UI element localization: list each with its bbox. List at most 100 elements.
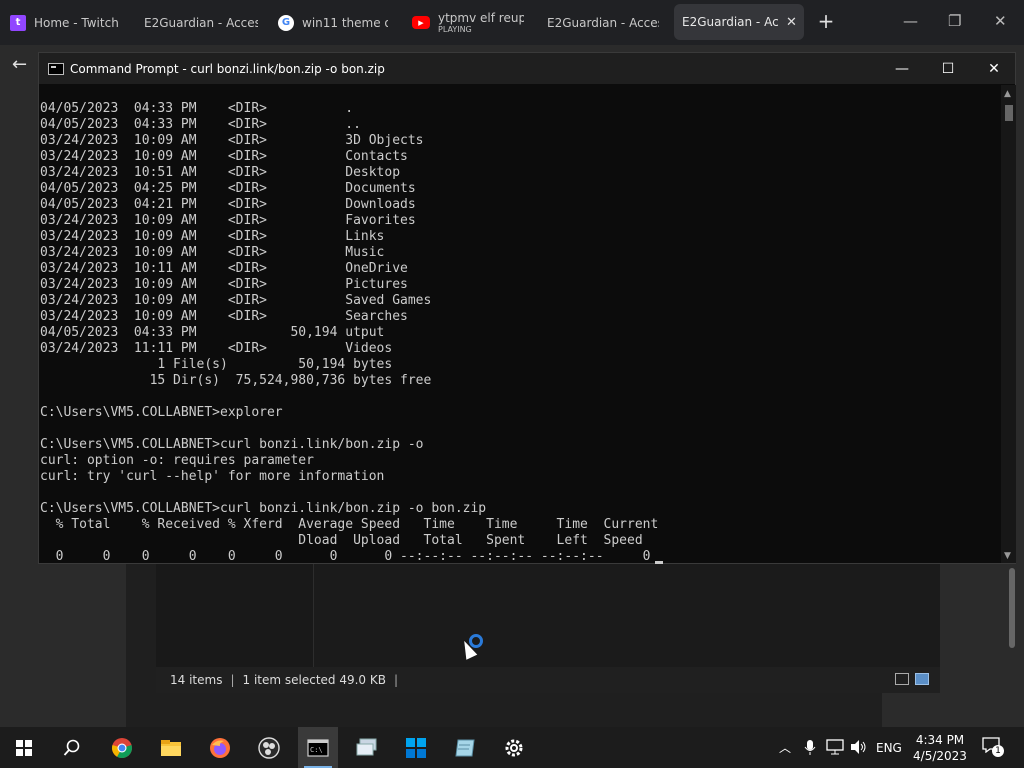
minimize-button[interactable]: — xyxy=(879,53,925,84)
windows-logo-icon xyxy=(16,739,32,756)
console-line: C:\Users\VM5.COLLABNET>curl bonzi.link/b… xyxy=(40,501,487,516)
console-lines: 04/05/2023 04:33 PM <DIR> . 04/05/2023 04… xyxy=(39,101,1001,563)
console-line: 04/05/2023 04:33 PM 50,194 utput xyxy=(40,325,385,340)
close-icon[interactable]: ✕ xyxy=(786,15,797,30)
close-icon[interactable]: ✕ xyxy=(994,12,1007,30)
tab-title: E2Guardian - Access xyxy=(144,15,258,30)
tab-google-search[interactable]: G win11 theme on xyxy=(278,0,388,45)
window-title: Command Prompt - curl bonzi.link/bon.zip… xyxy=(70,61,385,76)
tab-title: win11 theme on xyxy=(302,15,388,30)
tab-e2guardian-active[interactable]: E2Guardian - Acce ✕ xyxy=(674,4,804,40)
clock-time: 4:34 PM xyxy=(915,733,965,747)
tab-youtube[interactable]: ▶ ytpmv elf reuplo PLAYING xyxy=(412,0,524,45)
settings-icon xyxy=(505,739,523,756)
console-line: 03/24/2023 10:51 AM <DIR> Desktop xyxy=(40,165,401,180)
obs-icon xyxy=(258,736,280,759)
console-output[interactable]: 04/05/2023 04:33 PM <DIR> . 04/05/2023 04… xyxy=(39,101,1001,563)
notification-count-badge: 1 xyxy=(992,745,1004,757)
notepad-button[interactable] xyxy=(445,727,485,768)
tab-title-group: ytpmv elf reuplo PLAYING xyxy=(438,11,524,34)
console-line: 03/24/2023 10:09 AM <DIR> Pictures xyxy=(40,277,408,292)
console-line: 03/24/2023 10:09 AM <DIR> Saved Games xyxy=(40,293,432,308)
large-icons-view-icon[interactable] xyxy=(915,673,929,685)
console-scrollbar[interactable]: ▲ ▼ xyxy=(1001,85,1016,563)
status-separator: | xyxy=(393,673,399,687)
console-line: C:\Users\VM5.COLLABNET>explorer xyxy=(40,405,283,420)
console-line: 1 File(s) 50,194 bytes xyxy=(40,357,393,372)
windows-tiles-button[interactable] xyxy=(396,727,436,768)
console-line: % Total % Received % Xferd Average Speed… xyxy=(40,517,659,532)
browser-scrollbar[interactable] xyxy=(1006,560,1020,720)
scrollbar-thumb[interactable] xyxy=(1009,568,1015,648)
minimize-icon[interactable]: — xyxy=(903,12,918,30)
system-clock[interactable]: 4:34 PM 4/5/2023 xyxy=(906,732,974,764)
console-line: 03/24/2023 10:11 AM <DIR> OneDrive xyxy=(40,261,408,276)
console-line: C:\Users\VM5.COLLABNET>curl bonzi.link/b… xyxy=(40,437,424,452)
playing-badge: PLAYING xyxy=(438,25,472,34)
command-prompt-icon xyxy=(48,62,64,75)
details-view-icon[interactable] xyxy=(895,673,909,685)
notification-center-button[interactable]: 1 xyxy=(982,737,1004,757)
scroll-down-icon[interactable]: ▼ xyxy=(1004,551,1011,561)
file-explorer-icon xyxy=(161,739,181,756)
console-line: curl: try 'curl --help' for more informa… xyxy=(40,469,385,484)
settings-button[interactable] xyxy=(494,727,534,768)
view-toggle-group xyxy=(895,673,929,685)
new-tab-button[interactable]: + xyxy=(815,10,837,32)
status-separator: | xyxy=(230,673,235,687)
console-line: 15 Dir(s) 75,524,980,736 bytes free xyxy=(40,373,432,388)
firefox-button[interactable] xyxy=(200,727,240,768)
tab-e2guardian-1[interactable]: E2Guardian - Access xyxy=(144,0,258,45)
file-explorer-nav-pane xyxy=(156,563,314,667)
selection-info: 1 item selected 49.0 KB xyxy=(242,673,386,687)
maximize-button[interactable]: ☐ xyxy=(925,53,971,84)
console-line: 04/05/2023 04:33 PM <DIR> . xyxy=(40,101,354,116)
command-prompt-window[interactable]: Command Prompt - curl bonzi.link/bon.zip… xyxy=(38,52,1016,564)
notepad-icon xyxy=(455,739,475,756)
chrome-button[interactable] xyxy=(102,727,142,768)
volume-icon[interactable] xyxy=(850,739,868,755)
start-button[interactable] xyxy=(4,727,44,768)
explorer-status-bar: 14 items | 1 item selected 49.0 KB | xyxy=(156,667,940,693)
console-line: 03/24/2023 10:09 AM <DIR> Music xyxy=(40,245,385,260)
twitch-icon: t xyxy=(10,14,26,31)
obs-button[interactable] xyxy=(249,727,289,768)
console-line: curl: option -o: requires parameter xyxy=(40,453,314,468)
tab-twitch[interactable]: t Home - Twitch xyxy=(10,0,130,45)
tab-e2guardian-2[interactable]: E2Guardian - Access xyxy=(547,0,659,45)
console-line: 03/24/2023 10:09 AM <DIR> Links xyxy=(40,229,385,244)
windows-tiles-icon xyxy=(406,737,426,758)
search-icon xyxy=(63,739,80,756)
chevron-up-icon[interactable]: ︿ xyxy=(779,739,791,756)
command-prompt-taskbar-button[interactable]: C:\ xyxy=(298,727,338,768)
back-arrow-icon[interactable]: ← xyxy=(12,54,27,75)
console-line: 03/24/2023 11:11 PM <DIR> Videos xyxy=(40,341,393,356)
scrollbar-thumb[interactable] xyxy=(1005,105,1013,121)
firefox-icon xyxy=(210,737,230,758)
file-explorer-button[interactable] xyxy=(151,727,191,768)
remote-desktop-icon xyxy=(356,738,377,755)
svg-text:C:\: C:\ xyxy=(310,746,323,754)
console-line: 04/05/2023 04:25 PM <DIR> Documents xyxy=(40,181,416,196)
search-button[interactable] xyxy=(52,727,92,768)
remote-desktop-button[interactable] xyxy=(347,727,387,768)
console-line: 03/24/2023 10:09 AM <DIR> 3D Objects xyxy=(40,133,424,148)
command-prompt-icon: C:\ xyxy=(307,738,329,757)
console-line: 03/24/2023 10:09 AM <DIR> Contacts xyxy=(40,149,408,164)
scroll-up-icon[interactable]: ▲ xyxy=(1004,89,1011,99)
youtube-icon: ▶ xyxy=(412,16,430,29)
microphone-icon[interactable] xyxy=(804,739,816,756)
close-button[interactable]: ✕ xyxy=(971,53,1017,84)
tab-title: ytpmv elf reuplo xyxy=(438,11,524,25)
restore-icon[interactable]: ❐ xyxy=(948,12,961,30)
input-language[interactable]: ENG xyxy=(876,741,902,755)
console-line: 03/24/2023 10:09 AM <DIR> Favorites xyxy=(40,213,416,228)
cmd-title-bar[interactable]: Command Prompt - curl bonzi.link/bon.zip… xyxy=(39,53,1015,84)
items-count: 14 items xyxy=(170,673,223,687)
network-icon[interactable] xyxy=(826,739,844,755)
console-line: Dload Upload Total Spent Left Speed xyxy=(40,533,643,548)
chrome-icon xyxy=(112,737,132,758)
